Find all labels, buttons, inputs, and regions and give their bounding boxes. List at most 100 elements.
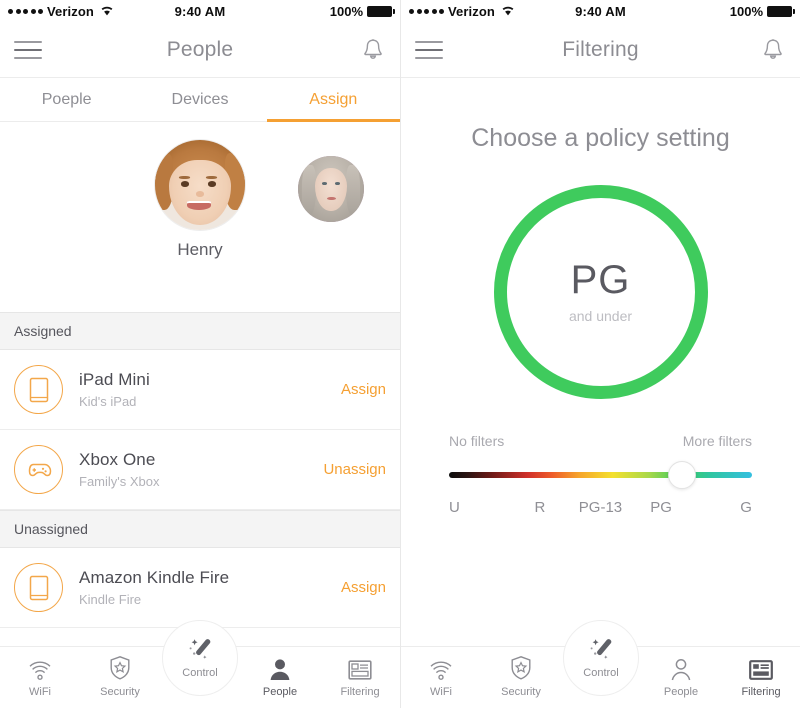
- selected-person-name: Henry: [177, 240, 223, 259]
- status-bar-right: 100%: [729, 3, 795, 19]
- filter-card-icon: [748, 655, 774, 681]
- tabbar-item-wifi[interactable]: WiFi: [0, 655, 80, 698]
- shield-star-icon: [108, 655, 132, 681]
- device-subtitle: Kid's iPad: [79, 394, 137, 409]
- tablet-icon: [14, 365, 63, 414]
- status-bar: Verizon 9:40 AM 100%: [401, 0, 800, 22]
- battery-percent-label: 100%: [729, 3, 763, 19]
- right-nav-bar: Filtering: [401, 22, 800, 78]
- battery-percent-label: 100%: [329, 3, 363, 19]
- section-header-assigned: Assigned: [0, 312, 400, 350]
- device-subtitle: Kindle Fire: [79, 592, 142, 607]
- people-selector: Henry: [0, 122, 400, 312]
- slider-caption-right: More filters: [682, 433, 752, 449]
- page-title: Filtering: [562, 37, 639, 61]
- avatar-secondary-person[interactable]: [298, 156, 364, 222]
- person-icon: [268, 655, 292, 681]
- status-bar-right: 100%: [329, 3, 395, 19]
- right-phone-screen: Verizon 9:40 AM 100% Filtering Choose a …: [400, 0, 800, 708]
- device-name: Xbox One: [79, 450, 156, 469]
- filter-card-icon: [347, 655, 373, 681]
- tabbar-label: WiFi: [29, 686, 51, 698]
- shield-star-icon: [509, 655, 533, 681]
- policy-rating-qualifier: and under: [568, 308, 633, 324]
- tab-label: Devices: [171, 90, 229, 108]
- tabbar-label: People: [663, 686, 699, 698]
- section-header-unassigned: Unassigned: [0, 510, 400, 548]
- tabbar-label: Filtering: [340, 686, 380, 698]
- battery-full-icon: [367, 5, 395, 17]
- slider-tick-g[interactable]: G: [691, 499, 752, 516]
- avatar-woman: [298, 156, 364, 222]
- device-text: iPad Mini Kid's iPad: [79, 370, 341, 409]
- tabbar-label: Security: [501, 686, 541, 698]
- tablet-icon: [14, 563, 63, 612]
- bell-icon[interactable]: [360, 36, 386, 64]
- status-bar: Verizon 9:40 AM 100%: [0, 0, 400, 22]
- tabbar-item-security[interactable]: Security: [80, 655, 160, 698]
- left-phone-screen: Verizon 9:40 AM 100% People Poeple Devic…: [0, 0, 400, 708]
- device-row-amazon-kindle-fire[interactable]: Amazon Kindle Fire Kindle Fire Assign: [0, 548, 400, 628]
- unassign-button[interactable]: Unassign: [323, 461, 386, 478]
- battery-full-icon: [767, 5, 795, 17]
- device-text: Amazon Kindle Fire Kindle Fire: [79, 568, 341, 607]
- policy-heading: Choose a policy setting: [471, 124, 730, 152]
- slider-thumb[interactable]: [668, 461, 697, 489]
- tabbar-item-wifi[interactable]: WiFi: [401, 655, 481, 698]
- device-name: Amazon Kindle Fire: [79, 568, 230, 587]
- tabbar-item-filtering[interactable]: Filtering: [721, 655, 800, 698]
- tab-poeple[interactable]: Poeple: [0, 78, 133, 121]
- wifi-icon: [428, 655, 454, 681]
- assign-button[interactable]: Assign: [341, 579, 386, 596]
- tabbar-item-filtering[interactable]: Filtering: [320, 655, 400, 698]
- slider-tick-pg[interactable]: PG: [631, 499, 692, 516]
- tabbar-item-control[interactable]: Control: [563, 620, 639, 696]
- segmented-tabs: Poeple Devices Assign: [0, 78, 400, 122]
- left-bottom-tab-bar: WiFi Security People Filtering Control: [0, 620, 400, 708]
- section-title: Assigned: [14, 323, 72, 339]
- page-title: People: [166, 37, 234, 61]
- dual-screen-mockup: Verizon 9:40 AM 100% People Poeple Devic…: [0, 0, 800, 708]
- tabbar-label: Control: [583, 667, 619, 679]
- person-icon: [669, 655, 693, 681]
- device-name: iPad Mini: [79, 370, 150, 389]
- device-text: Xbox One Family's Xbox: [79, 450, 323, 489]
- tab-devices[interactable]: Devices: [133, 78, 266, 121]
- section-title: Unassigned: [14, 521, 88, 537]
- wifi-icon: [27, 655, 53, 681]
- slider-tick-labels: U R PG-13 PG G: [449, 499, 752, 516]
- bell-icon[interactable]: [760, 36, 786, 64]
- slider-track-wrap[interactable]: [449, 461, 752, 489]
- tabbar-item-security[interactable]: Security: [481, 655, 561, 698]
- device-row-ipad-mini[interactable]: iPad Mini Kid's iPad Assign: [0, 350, 400, 430]
- tabbar-label: WiFi: [430, 686, 452, 698]
- device-subtitle: Family's Xbox: [79, 474, 160, 489]
- avatar-boy: [155, 140, 245, 230]
- magic-wand-icon: [185, 637, 215, 663]
- policy-rating-value: PG: [570, 258, 631, 302]
- policy-slider: No filters More filters U R PG-13 PG G: [401, 433, 800, 516]
- avatar-henry[interactable]: [155, 140, 245, 230]
- device-row-xbox-one[interactable]: Xbox One Family's Xbox Unassign: [0, 430, 400, 510]
- magic-wand-icon: [586, 637, 616, 663]
- assign-button[interactable]: Assign: [341, 381, 386, 398]
- slider-tick-pg-13[interactable]: PG-13: [570, 499, 631, 516]
- tabbar-label: Filtering: [741, 686, 781, 698]
- tab-label: Poeple: [41, 90, 92, 108]
- policy-rating-ring[interactable]: PG and under: [493, 185, 708, 399]
- left-nav-bar: People: [0, 22, 400, 78]
- gamepad-icon: [14, 445, 63, 494]
- tab-label: Assign: [309, 90, 358, 108]
- tabbar-item-control[interactable]: Control: [162, 620, 238, 696]
- slider-captions: No filters More filters: [449, 433, 752, 449]
- tabbar-item-people[interactable]: People: [641, 655, 721, 698]
- tabbar-item-people[interactable]: People: [240, 655, 320, 698]
- slider-tick-r[interactable]: R: [510, 499, 571, 516]
- policy-ring-wrap: PG and under: [401, 185, 800, 399]
- slider-track[interactable]: [449, 472, 752, 478]
- tab-assign[interactable]: Assign: [266, 78, 400, 122]
- right-bottom-tab-bar: WiFi Security People Filtering Control: [401, 620, 800, 708]
- tabbar-label: Security: [100, 686, 140, 698]
- slider-tick-u[interactable]: U: [449, 499, 510, 516]
- tabbar-label: Control: [182, 667, 218, 679]
